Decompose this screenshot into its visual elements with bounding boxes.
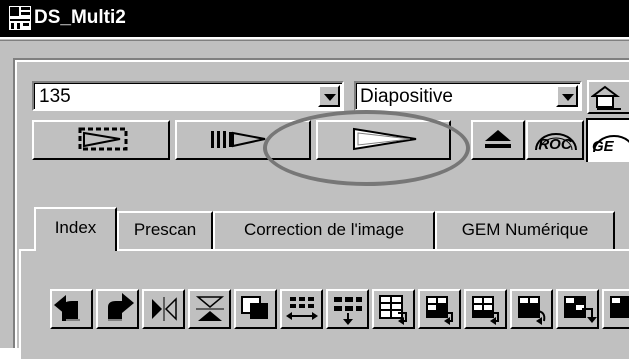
tab-index[interactable]: Index (34, 207, 117, 251)
film-format-value: 135 (39, 86, 71, 107)
group-border-top-hl (15, 60, 629, 62)
tab-label: Index (54, 218, 97, 237)
frame-select-button[interactable] (234, 289, 277, 329)
gem-label: GE (592, 138, 615, 155)
prescan-button[interactable] (175, 120, 311, 160)
preferences-button[interactable] (587, 80, 629, 114)
frame-divider (0, 40, 629, 41)
roc-logo-icon: ROC (535, 133, 577, 153)
gem-logo-icon: GE (592, 135, 629, 155)
rotate-right-icon (108, 293, 134, 321)
batch-export-6-icon (610, 296, 629, 318)
film-type-dropdown-button[interactable] (556, 85, 578, 107)
eject-button[interactable] (471, 120, 525, 160)
rotate-right-button[interactable] (96, 289, 139, 329)
group-border-left-hl (15, 58, 17, 348)
window-title: DS_Multi2 (34, 7, 126, 28)
grid-sort-icon (334, 297, 362, 325)
film-advance-icon (211, 131, 266, 148)
application-window: DS_Multi2 135 Diapositive ROC GE Index P… (0, 0, 629, 359)
tab-label: GEM Numérique (461, 220, 589, 239)
batch-export-3-button[interactable] (464, 289, 507, 329)
batch-export-icon (379, 295, 407, 325)
batch-export-2-button[interactable] (418, 289, 461, 329)
roc-button[interactable]: ROC (526, 120, 584, 160)
gem-button[interactable]: GE (586, 118, 629, 162)
batch-export-5-button[interactable] (556, 289, 599, 329)
film-type-select[interactable]: Diapositive (354, 81, 582, 111)
swap-icon (286, 297, 318, 320)
film-format-dropdown-button[interactable] (318, 85, 340, 107)
index-scan-button[interactable] (32, 120, 170, 160)
tab-gem-numerique[interactable]: GEM Numérique (435, 211, 615, 249)
tab-label: Prescan (133, 220, 197, 239)
batch-export-5-icon (564, 296, 597, 323)
rotate-left-icon (54, 295, 80, 321)
roc-label: ROC (538, 136, 573, 153)
eject-icon (485, 130, 511, 148)
tab-correction-image[interactable]: Correction de l'image (213, 211, 435, 249)
film-strip-play-icon (78, 127, 128, 151)
tab-prescan[interactable]: Prescan (117, 211, 213, 249)
batch-export-button[interactable] (372, 289, 415, 329)
batch-export-4-icon (518, 296, 546, 325)
chevron-down-icon (324, 94, 336, 101)
play-triangle-icon (353, 127, 417, 151)
grid-sort-button[interactable] (326, 289, 369, 329)
chevron-down-icon (562, 94, 574, 101)
tab-label: Correction de l'image (243, 220, 405, 239)
house-icon (591, 85, 621, 110)
flip-vertical-icon (195, 296, 225, 321)
batch-export-6-button[interactable] (602, 289, 629, 329)
batch-export-4-button[interactable] (510, 289, 553, 329)
ds-multi-app-icon[interactable] (9, 6, 31, 30)
flip-horizontal-button[interactable] (142, 289, 185, 329)
scan-button[interactable] (316, 120, 451, 160)
flip-horizontal-icon (152, 297, 177, 321)
title-bar[interactable]: DS_Multi2 (0, 0, 629, 37)
flip-vertical-button[interactable] (188, 289, 231, 329)
frame-select-icon (241, 296, 268, 319)
swap-button[interactable] (280, 289, 323, 329)
film-type-value: Diapositive (360, 86, 453, 107)
film-format-select[interactable]: 135 (32, 81, 344, 111)
frame-highlight (0, 37, 629, 39)
batch-export-2-icon (426, 296, 453, 325)
rotate-left-button[interactable] (50, 289, 93, 329)
batch-export-3-icon (472, 296, 499, 325)
